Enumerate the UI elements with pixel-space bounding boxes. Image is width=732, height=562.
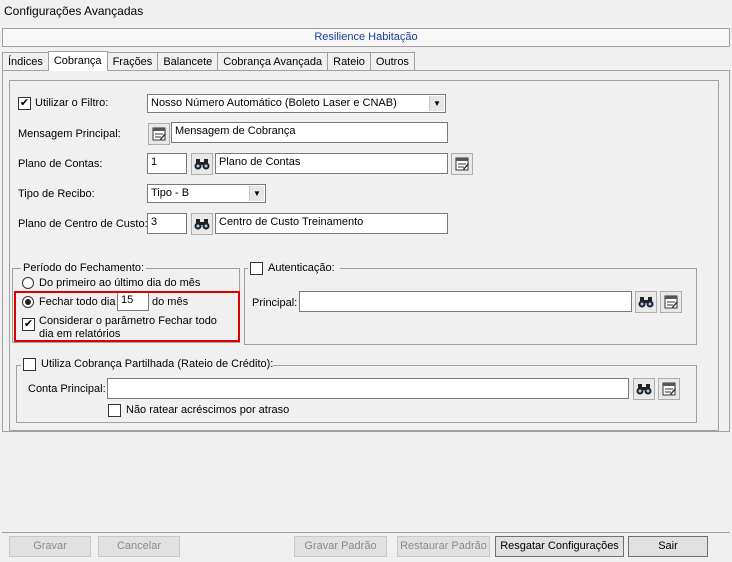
highlight-box xyxy=(14,291,240,342)
autenticacao-principal-label: Principal: xyxy=(252,297,298,309)
gravar-padrao-button[interactable]: Gravar Padrão xyxy=(294,536,387,557)
plano-contas-code-input[interactable]: 1 xyxy=(147,153,187,174)
tab-indices[interactable]: Índices xyxy=(2,52,49,71)
periodo-legend: Período do Fechamento: xyxy=(21,262,147,274)
tab-bar: Índices Cobrança Frações Balancete Cobra… xyxy=(2,51,415,71)
binoculars-icon xyxy=(194,219,210,230)
mensagem-label: Mensagem Principal: xyxy=(18,128,121,140)
centro-custo-code-input[interactable]: 3 xyxy=(147,213,187,234)
periodo-option1-radio[interactable] xyxy=(22,277,34,289)
tab-cobranca-avancada[interactable]: Cobrança Avançada xyxy=(217,52,329,71)
filtro-select[interactable]: Nosso Número Automático (Boleto Laser e … xyxy=(147,94,446,113)
edit-form-icon xyxy=(455,157,469,171)
autenticacao-search-button[interactable] xyxy=(635,291,657,313)
tab-rateio[interactable]: Rateio xyxy=(327,52,371,71)
conta-principal-label: Conta Principal: xyxy=(28,383,106,395)
restaurar-padrao-button[interactable]: Restaurar Padrão xyxy=(397,536,490,557)
plano-contas-label: Plano de Contas: xyxy=(18,158,103,170)
resgatar-configuracoes-button[interactable]: Resgatar Configurações xyxy=(495,536,624,557)
conta-principal-search-button[interactable] xyxy=(633,378,655,400)
mensagem-input[interactable]: Mensagem de Cobrança xyxy=(171,122,448,143)
tab-outros[interactable]: Outros xyxy=(369,52,415,71)
periodo-option1-label: Do primeiro ao último dia do mês xyxy=(39,277,201,289)
filtro-select-value: Nosso Número Automático (Boleto Laser e … xyxy=(151,97,397,109)
autenticacao-principal-input[interactable] xyxy=(299,291,632,312)
conta-principal-edit-button[interactable] xyxy=(658,378,680,400)
edit-form-icon xyxy=(152,127,166,141)
binoculars-icon xyxy=(638,297,654,308)
nao-ratear-checkbox[interactable] xyxy=(108,404,121,417)
tipo-recibo-select[interactable]: Tipo - B ▼ xyxy=(147,184,266,203)
partilhada-checkbox[interactable] xyxy=(23,358,36,371)
plano-contas-input[interactable]: Plano de Contas xyxy=(215,153,448,174)
tab-balancete[interactable]: Balancete xyxy=(157,52,219,71)
autenticacao-checkbox[interactable] xyxy=(250,262,263,275)
nao-ratear-label: Não ratear acréscimos por atraso xyxy=(126,404,290,416)
filtro-label: Utilizar o Filtro: xyxy=(35,97,109,109)
centro-custo-input[interactable]: Centro de Custo Treinamento xyxy=(215,213,448,234)
tipo-recibo-value: Tipo - B xyxy=(151,187,190,199)
conta-principal-input[interactable] xyxy=(107,378,629,399)
tab-fracoes[interactable]: Frações xyxy=(106,52,159,71)
tipo-recibo-label: Tipo de Recibo: xyxy=(18,188,95,200)
company-banner: Resilience Habitação xyxy=(2,28,730,47)
binoculars-icon xyxy=(636,384,652,395)
binoculars-icon xyxy=(194,159,210,170)
chevron-down-icon: ▼ xyxy=(249,186,264,201)
sair-button[interactable]: Sair xyxy=(628,536,708,557)
centro-custo-search-button[interactable] xyxy=(191,213,213,235)
edit-form-icon xyxy=(662,382,676,396)
autenticacao-edit-button[interactable] xyxy=(660,291,682,313)
mensagem-edit-button[interactable] xyxy=(148,123,170,145)
cancelar-button[interactable]: Cancelar xyxy=(98,536,180,557)
window-title: Configurações Avançadas xyxy=(4,4,144,18)
edit-form-icon xyxy=(664,295,678,309)
tab-cobranca[interactable]: Cobrança xyxy=(47,51,108,71)
centro-custo-label: Plano de Centro de Custo: xyxy=(18,218,148,230)
plano-contas-search-button[interactable] xyxy=(191,153,213,175)
plano-contas-edit-button[interactable] xyxy=(451,153,473,175)
chevron-down-icon: ▼ xyxy=(429,96,444,111)
autenticacao-legend: Autenticação: xyxy=(268,262,335,274)
gravar-button[interactable]: Gravar xyxy=(9,536,91,557)
partilhada-legend: Utiliza Cobrança Partilhada (Rateio de C… xyxy=(41,358,274,370)
filtro-checkbox[interactable]: ✔ xyxy=(18,97,31,110)
